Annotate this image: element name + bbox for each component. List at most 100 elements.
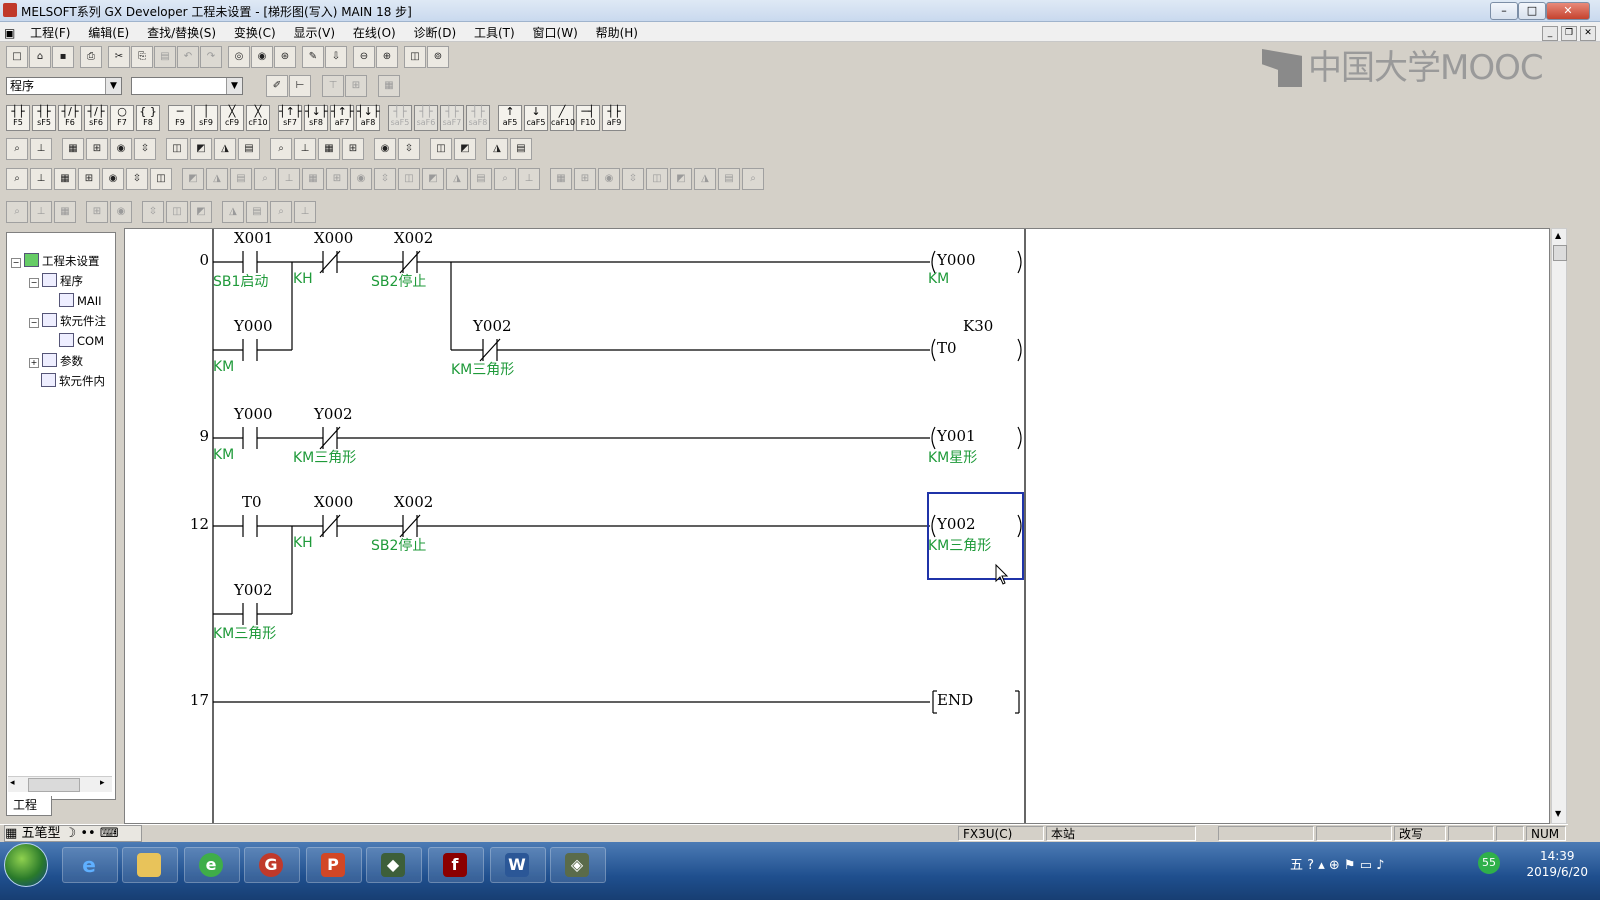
start-button[interactable] (4, 843, 48, 887)
sfc-tool-icon[interactable]: ◉ (350, 168, 372, 190)
misc-tool-icon[interactable]: ▦ (54, 201, 76, 223)
ladder-symbol-button[interactable]: ┤↓├ aF8 (356, 105, 380, 131)
ime-tray-icon[interactable]: 五 (1290, 858, 1303, 873)
tool-icon[interactable]: ⇳ (134, 138, 156, 160)
misc-tool-icon[interactable]: ⊞ (86, 201, 108, 223)
mdi-restore-button[interactable]: ❐ (1561, 26, 1577, 41)
tree-device-comment[interactable]: − 软元件注 (29, 313, 106, 329)
ladder-symbol-button[interactable]: ╳ cF10 (246, 105, 270, 131)
tool-icon[interactable]: ◩ (454, 138, 476, 160)
chevron-down-icon[interactable]: ▼ (105, 78, 121, 94)
taskbar-word[interactable]: W (490, 847, 546, 883)
taskbar-app-green[interactable]: ◆ (366, 847, 422, 883)
ladder-symbol-button[interactable]: ─┤ F10 (576, 105, 600, 131)
print-icon[interactable]: ⎙ (80, 46, 102, 68)
ladder-symbol-button[interactable]: ┤├ aF9 (602, 105, 626, 131)
collapse-icon[interactable]: − (11, 258, 21, 268)
sfc-tool-icon[interactable]: ▤ (470, 168, 492, 190)
sfc-tool-icon[interactable]: ◫ (646, 168, 668, 190)
menu-find-replace[interactable]: 查找/替换(S) (140, 22, 223, 43)
menu-tools[interactable]: 工具(T) (467, 22, 522, 43)
minimize-button[interactable]: – (1490, 2, 1518, 20)
scroll-up-icon[interactable]: ▲ (1555, 231, 1561, 240)
copy-icon[interactable]: ⎘ (131, 46, 153, 68)
step-search-icon[interactable]: ⊛ (274, 46, 296, 68)
misc-tool-icon[interactable]: ⊥ (294, 201, 316, 223)
ladder-symbol-button[interactable]: ┤/├ F6 (58, 105, 82, 131)
misc-tool-icon[interactable]: ⇳ (142, 201, 164, 223)
paste-icon[interactable]: ▤ (154, 46, 176, 68)
ladder-symbol-button[interactable]: ┤├ saF7 (440, 105, 464, 131)
plc-write-icon[interactable]: ✎ (302, 46, 324, 68)
flag-icon[interactable]: ⚑ (1344, 858, 1356, 873)
menu-diagnostics[interactable]: 诊断(D) (407, 22, 464, 43)
sfc-tool-icon[interactable]: ⌕ (254, 168, 276, 190)
tool-icon[interactable]: ◫ (430, 138, 452, 160)
taskbar-flash[interactable]: f (428, 847, 484, 883)
clock[interactable]: 14:39 2019/6/20 (1526, 848, 1588, 880)
sfc-tool-icon[interactable]: ⇳ (126, 168, 148, 190)
mdi-minimize-button[interactable]: _ (1542, 26, 1558, 41)
menu-online[interactable]: 在线(O) (346, 22, 403, 43)
sfc-tool-icon[interactable]: ⊥ (278, 168, 300, 190)
tool-icon[interactable]: ◮ (486, 138, 508, 160)
network-icon[interactable]: ⊕ (1329, 858, 1340, 873)
ladder-symbol-button[interactable]: ┤├ saF5 (388, 105, 412, 131)
ladder-symbol-button[interactable]: ┤↑├ sF7 (278, 105, 302, 131)
misc-tool-icon[interactable]: ◉ (110, 201, 132, 223)
doc-icon[interactable]: ▣ (0, 24, 19, 42)
sfc-tool-icon[interactable]: ⌕ (6, 168, 28, 190)
ladder-symbol-button[interactable]: │ sF9 (194, 105, 218, 131)
ladder-symbol-button[interactable]: ╱ caF10 (550, 105, 575, 131)
taskbar-explorer[interactable] (122, 847, 178, 883)
ladder-symbol-button[interactable]: ┤├ saF8 (466, 105, 490, 131)
tree-param[interactable]: + 参数 (29, 353, 83, 369)
menu-project[interactable]: 工程(F) (23, 22, 77, 43)
tree-com[interactable]: COM (59, 333, 104, 348)
tool-icon[interactable]: ▦ (62, 138, 84, 160)
tool-icon[interactable]: ⌕ (270, 138, 292, 160)
device-search-icon[interactable]: ◎ (228, 46, 250, 68)
instruction-search-icon[interactable]: ◉ (251, 46, 273, 68)
chevron-down-icon[interactable]: ▼ (226, 78, 242, 94)
zoom-icon[interactable]: ⊚ (427, 46, 449, 68)
ladder-symbol-button[interactable]: ┤↑├ aF7 (330, 105, 354, 131)
sfc-tool-icon[interactable]: ⊥ (30, 168, 52, 190)
sfc-tool-icon[interactable]: ◫ (398, 168, 420, 190)
ladder-symbol-button[interactable]: ┤├ sF5 (32, 105, 56, 131)
ladder-vertical-scrollbar[interactable]: ▲ ▼ (1551, 228, 1567, 824)
window-tile-icon[interactable]: ◫ (404, 46, 426, 68)
open-folder-icon[interactable]: ⌂ (29, 46, 51, 68)
sfc-tool-icon[interactable]: ◉ (598, 168, 620, 190)
sfc-tool-icon[interactable]: ⇳ (622, 168, 644, 190)
sfc-tool-icon[interactable]: ⇳ (374, 168, 396, 190)
tree-horizontal-scrollbar[interactable]: ◂ ▸ (8, 776, 112, 792)
tool-icon[interactable]: ⊥ (30, 138, 52, 160)
menu-help[interactable]: 帮助(H) (589, 22, 645, 43)
tool-icon[interactable]: ⊞ (86, 138, 108, 160)
redo-icon[interactable]: ↷ (200, 46, 222, 68)
ladder-view-icon[interactable]: ⊢ (289, 75, 311, 97)
tool-icon[interactable]: ◫ (166, 138, 188, 160)
misc-tool-icon[interactable]: ⊥ (30, 201, 52, 223)
sfc-tool-icon[interactable]: ⊥ (518, 168, 540, 190)
misc-tool-icon[interactable]: ◩ (190, 201, 212, 223)
sfc-tool-icon[interactable]: ◩ (182, 168, 204, 190)
plc-read-icon[interactable]: ⇩ (325, 46, 347, 68)
close-button[interactable]: ✕ (1546, 2, 1590, 20)
maximize-button[interactable]: □ (1518, 2, 1546, 20)
collapse-icon[interactable]: − (29, 318, 39, 328)
ladder-symbol-button[interactable]: ○ F7 (110, 105, 134, 131)
taskbar-powerpoint[interactable]: P (306, 847, 362, 883)
scroll-thumb[interactable] (1553, 245, 1567, 261)
sfc-tool-icon[interactable]: ◉ (102, 168, 124, 190)
sfc-tool-icon[interactable]: ▤ (718, 168, 740, 190)
misc-tool-icon[interactable]: ⌕ (270, 201, 292, 223)
monitor-tray-icon[interactable]: ▭ (1360, 858, 1372, 873)
cut-icon[interactable]: ✂ (108, 46, 130, 68)
sfc-tool-icon[interactable]: ⊞ (326, 168, 348, 190)
sfc-tool-icon[interactable]: ⊞ (574, 168, 596, 190)
sfc-tool-icon[interactable]: ◩ (422, 168, 444, 190)
collapse-icon[interactable]: − (29, 278, 39, 288)
menu-view[interactable]: 显示(V) (287, 22, 343, 43)
